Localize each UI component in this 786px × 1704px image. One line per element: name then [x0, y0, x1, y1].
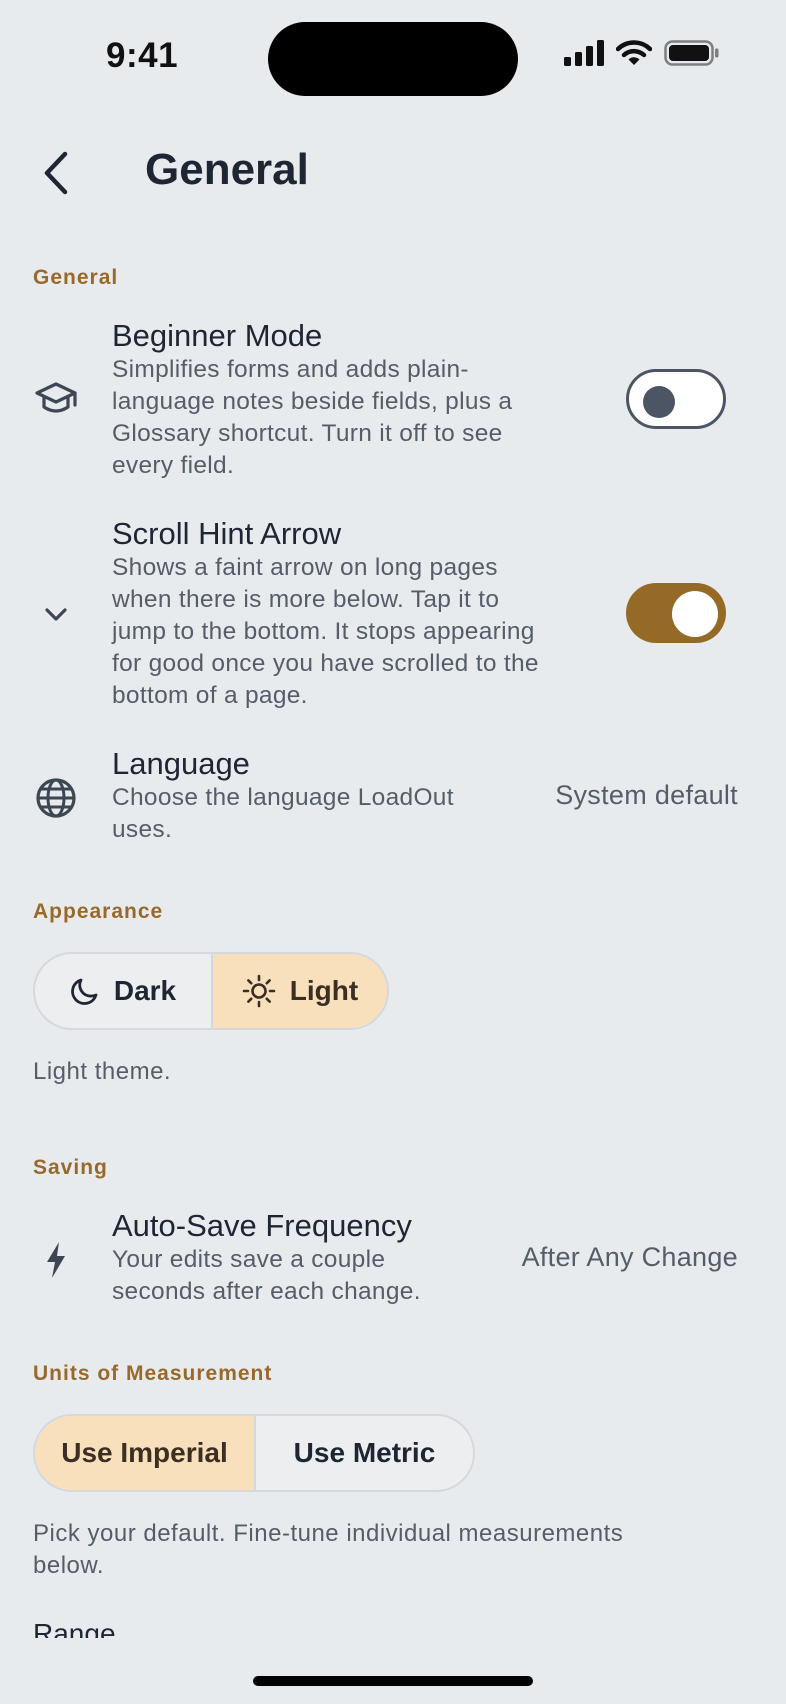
graduation-cap-icon	[34, 378, 78, 422]
setting-description: Choose the language LoadOut uses.	[112, 784, 454, 843]
range-label: Range	[33, 1618, 116, 1638]
setting-title: Beginner Mode	[112, 318, 323, 353]
setting-description: Simplifies forms and adds plain- languag…	[112, 356, 513, 479]
setting-row-scroll-hint-arrow[interactable]: Scroll Hint Arrow Shows a faint arrow on…	[0, 516, 786, 714]
setting-row-language[interactable]: Language Choose the language LoadOut use…	[0, 746, 786, 846]
chevron-left-icon	[44, 151, 68, 195]
home-indicator	[253, 1676, 533, 1686]
auto-save-value[interactable]: After Any Change	[522, 1242, 738, 1273]
bolt-icon	[34, 1238, 78, 1282]
back-button[interactable]	[38, 148, 74, 198]
page-title: General	[145, 145, 309, 194]
beginner-mode-toggle[interactable]	[626, 369, 726, 429]
section-label-appearance: Appearance	[33, 900, 164, 923]
wifi-icon	[616, 40, 652, 65]
setting-title: Language	[112, 746, 250, 781]
status-icons	[564, 40, 720, 66]
setting-title: Auto-Save Frequency	[112, 1208, 412, 1243]
chevron-down-icon	[34, 592, 78, 636]
setting-row-auto-save[interactable]: Auto-Save Frequency Your edits save a co…	[0, 1208, 786, 1308]
language-value[interactable]: System default	[555, 780, 738, 811]
section-label-saving: Saving	[33, 1156, 108, 1179]
setting-title: Scroll Hint Arrow	[112, 516, 342, 551]
units-option-metric[interactable]: Use Metric	[253, 1416, 473, 1490]
theme-segmented-control: Dark Light	[33, 952, 389, 1030]
section-label-general: General	[33, 266, 119, 289]
units-segmented-control: Use Imperial Use Metric	[33, 1414, 475, 1492]
theme-helper-text: Light theme.	[33, 1058, 172, 1085]
status-time: 9:41	[106, 36, 179, 75]
setting-description: Shows a faint arrow on long pages when t…	[112, 554, 539, 709]
globe-icon	[34, 776, 78, 820]
sun-icon	[242, 974, 276, 1008]
moon-icon	[71, 978, 98, 1005]
section-label-units: Units of Measurement	[33, 1362, 273, 1385]
setting-description: Your edits save a couple seconds after e…	[112, 1246, 421, 1305]
cellular-signal-icon	[564, 40, 604, 66]
scroll-hint-arrow-toggle[interactable]	[626, 583, 726, 643]
setting-row-beginner-mode[interactable]: Beginner Mode Simplifies forms and adds …	[0, 318, 786, 484]
dynamic-island	[268, 22, 518, 96]
theme-option-light[interactable]: Light	[210, 954, 387, 1028]
battery-icon	[664, 40, 719, 66]
theme-option-dark[interactable]: Dark	[35, 954, 211, 1028]
units-helper-text: Pick your default. Fine-tune individual …	[33, 1520, 624, 1579]
units-option-imperial[interactable]: Use Imperial	[35, 1416, 254, 1490]
